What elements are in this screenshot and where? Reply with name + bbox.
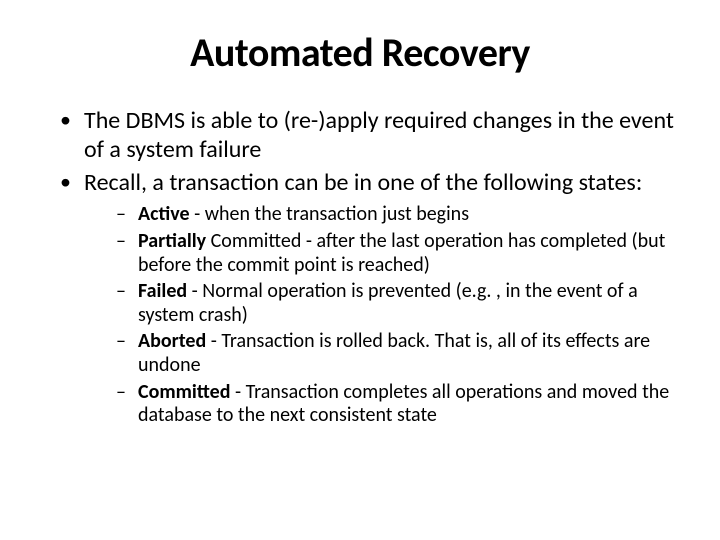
- bullet-item: Recall, a transaction can be in one of t…: [60, 169, 680, 428]
- bullet-item: The DBMS is able to (re-)apply required …: [60, 107, 680, 165]
- slide-title: Automated Recovery: [40, 28, 680, 77]
- state-desc: - Normal operation is prevented (e.g. , …: [138, 279, 638, 327]
- sublist-item: Aborted - Transaction is rolled back. Th…: [116, 330, 680, 377]
- sublist-item: Committed - Transaction completes all op…: [116, 381, 680, 428]
- state-desc: - when the transaction just begins: [190, 202, 469, 226]
- state-term: Committed: [138, 380, 230, 404]
- bullet-list: The DBMS is able to (re-)apply required …: [40, 107, 680, 428]
- state-desc: - Transaction is rolled back. That is, a…: [138, 329, 650, 377]
- state-term: Failed: [138, 279, 187, 303]
- sublist-item: Failed - Normal operation is prevented (…: [116, 280, 680, 327]
- sublist-item: Partially Committed - after the last ope…: [116, 230, 680, 277]
- bullet-text: Recall, a transaction can be in one of t…: [84, 168, 642, 197]
- state-term: Aborted: [138, 329, 206, 353]
- state-term: Partially: [138, 229, 206, 253]
- sublist: Active - when the transaction just begin…: [84, 203, 680, 427]
- state-term: Active: [138, 202, 190, 226]
- state-desc: Committed - after the last operation has…: [138, 229, 665, 277]
- sublist-item: Active - when the transaction just begin…: [116, 203, 680, 227]
